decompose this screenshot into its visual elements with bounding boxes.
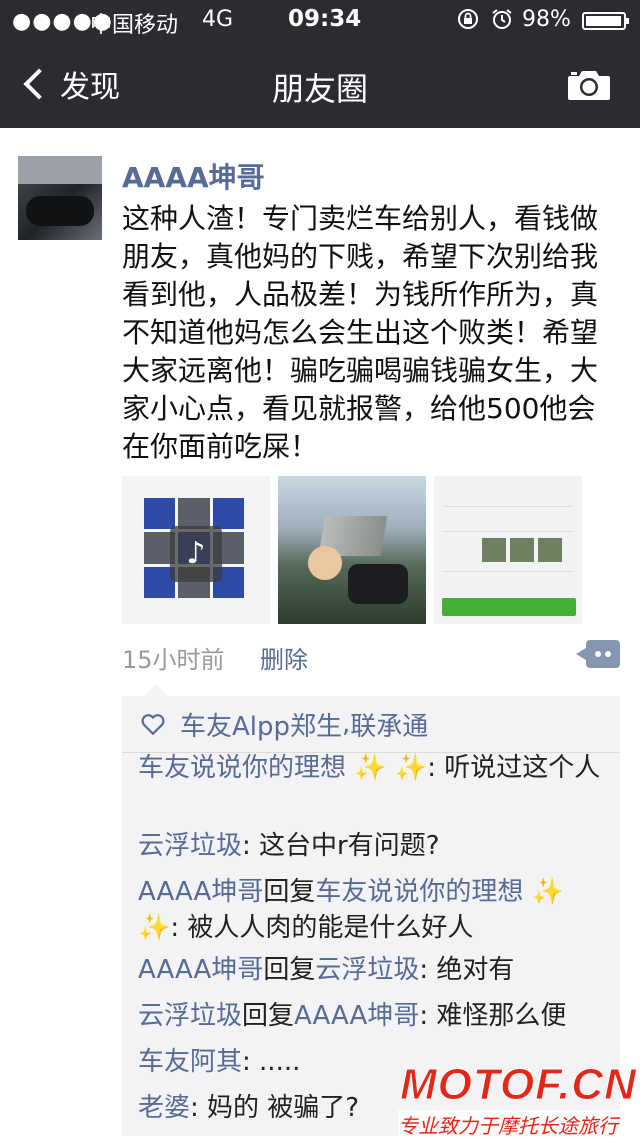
like-separator: ,	[342, 709, 351, 739]
like-name[interactable]: 联承通	[350, 706, 428, 743]
nav-bar: 发现 朋友圈	[0, 40, 640, 128]
avatar-sky	[18, 156, 102, 184]
comment-text: : 听说过这个人	[427, 753, 601, 783]
likes-row: 车友Alpp郑生 , 联承通	[140, 702, 428, 746]
photo-thumb	[510, 538, 534, 562]
photo-road	[278, 516, 426, 556]
comment-author[interactable]: AAAA坤哥	[138, 877, 263, 907]
comment-author[interactable]: 云浮垃圾	[138, 831, 242, 861]
post-author[interactable]: AAAA坤哥	[122, 156, 265, 196]
comment-text: : 这台中r有问题?	[242, 831, 440, 861]
heart-icon	[141, 714, 165, 736]
comment-reply-to[interactable]: AAAA坤哥	[294, 1001, 419, 1031]
comment-author[interactable]: 云浮垃圾	[138, 1001, 242, 1031]
photo-selfie-motorcycles[interactable]	[278, 476, 426, 624]
comment-author[interactable]: 车友阿其	[138, 1047, 242, 1077]
comment-box-arrow	[144, 684, 168, 696]
page-title: 朋友圈	[271, 70, 368, 108]
comment-author[interactable]: AAAA坤哥	[138, 955, 263, 985]
comment-reply-to[interactable]: 云浮垃圾	[315, 955, 419, 985]
battery-percent: 98%	[522, 7, 571, 32]
camera-icon[interactable]	[566, 68, 612, 102]
comment-author[interactable]: 车友说说你的理想 ✨ ✨	[138, 753, 427, 783]
comment-text: : 妈的 被骗了?	[190, 1093, 360, 1123]
photo-screenshot-bike-listing[interactable]: ♪	[122, 476, 270, 624]
comment-item[interactable]: 云浮垃圾: 这台中r有问题?	[138, 828, 608, 864]
comment-reply-label: 回复	[263, 877, 316, 907]
photo-motorcycle	[348, 564, 408, 604]
avatar-bike	[26, 196, 94, 226]
comment-item[interactable]: 车友说说你的理想 ✨ ✨: 听说过这个人	[138, 750, 608, 786]
battery-tip	[626, 18, 629, 24]
battery-icon	[582, 12, 629, 30]
comment-item[interactable]: AAAA坤哥回复云浮垃圾: 绝对有	[138, 952, 608, 988]
comment-text: : 绝对有	[419, 955, 515, 985]
photo-line	[444, 531, 572, 532]
network-type: 4G	[202, 7, 234, 32]
post-text: 这种人渣！专门卖烂车给别人，看钱做朋友，真他妈的下贱，希望下次别给我看到他，人品…	[122, 202, 599, 463]
battery-fill	[586, 16, 622, 26]
photo-thumb	[482, 538, 506, 562]
post-time: 15小时前	[122, 646, 225, 674]
watermark-logo: MOTOF.CN	[400, 1060, 637, 1110]
comment-menu-icon[interactable]	[576, 640, 620, 668]
alarm-icon	[490, 7, 514, 37]
photo-grid: ♪	[122, 476, 582, 624]
comment-item[interactable]: 云浮垃圾回复AAAA坤哥: 难怪那么便	[138, 998, 608, 1034]
comment-reply-label: 回复	[242, 1001, 295, 1031]
photo-thumb	[538, 538, 562, 562]
status-bar: ●●●●● 中国移动 4G 09:34 98%	[0, 0, 640, 40]
avatar[interactable]	[18, 156, 102, 240]
photo-line	[444, 506, 572, 507]
status-time: 09:34	[288, 6, 362, 32]
comment-dot	[595, 651, 601, 657]
watermark: MOTOF.CN 专业致力于摩托长途旅行	[398, 1060, 640, 1139]
watermark-tagline: 专业致力于摩托长途旅行	[398, 1110, 640, 1139]
comment-reply-label: 回复	[263, 955, 316, 985]
carrier-name: 中国移动	[90, 13, 179, 38]
comment-text: : .....	[242, 1047, 301, 1077]
photo-green-button	[442, 598, 576, 616]
comment-dot	[605, 651, 611, 657]
comment-text: : 难怪那么便	[419, 1001, 567, 1031]
photo-person	[308, 546, 342, 580]
delete-button[interactable]: 删除	[260, 640, 308, 675]
comment-author[interactable]: 老婆	[138, 1093, 190, 1123]
comment-item[interactable]: AAAA坤哥回复车友说说你的理想 ✨ ✨: 被人人肉的能是什么好人	[138, 874, 608, 946]
photo-line	[444, 571, 572, 572]
lock-rotation-icon	[456, 7, 480, 37]
speaker-icon: ♪	[170, 526, 222, 582]
comment-text: : 被人人肉的能是什么好人	[170, 913, 474, 943]
like-name[interactable]: 车友Alpp郑生	[180, 706, 342, 743]
photo-profile-screenshot[interactable]	[434, 476, 582, 624]
